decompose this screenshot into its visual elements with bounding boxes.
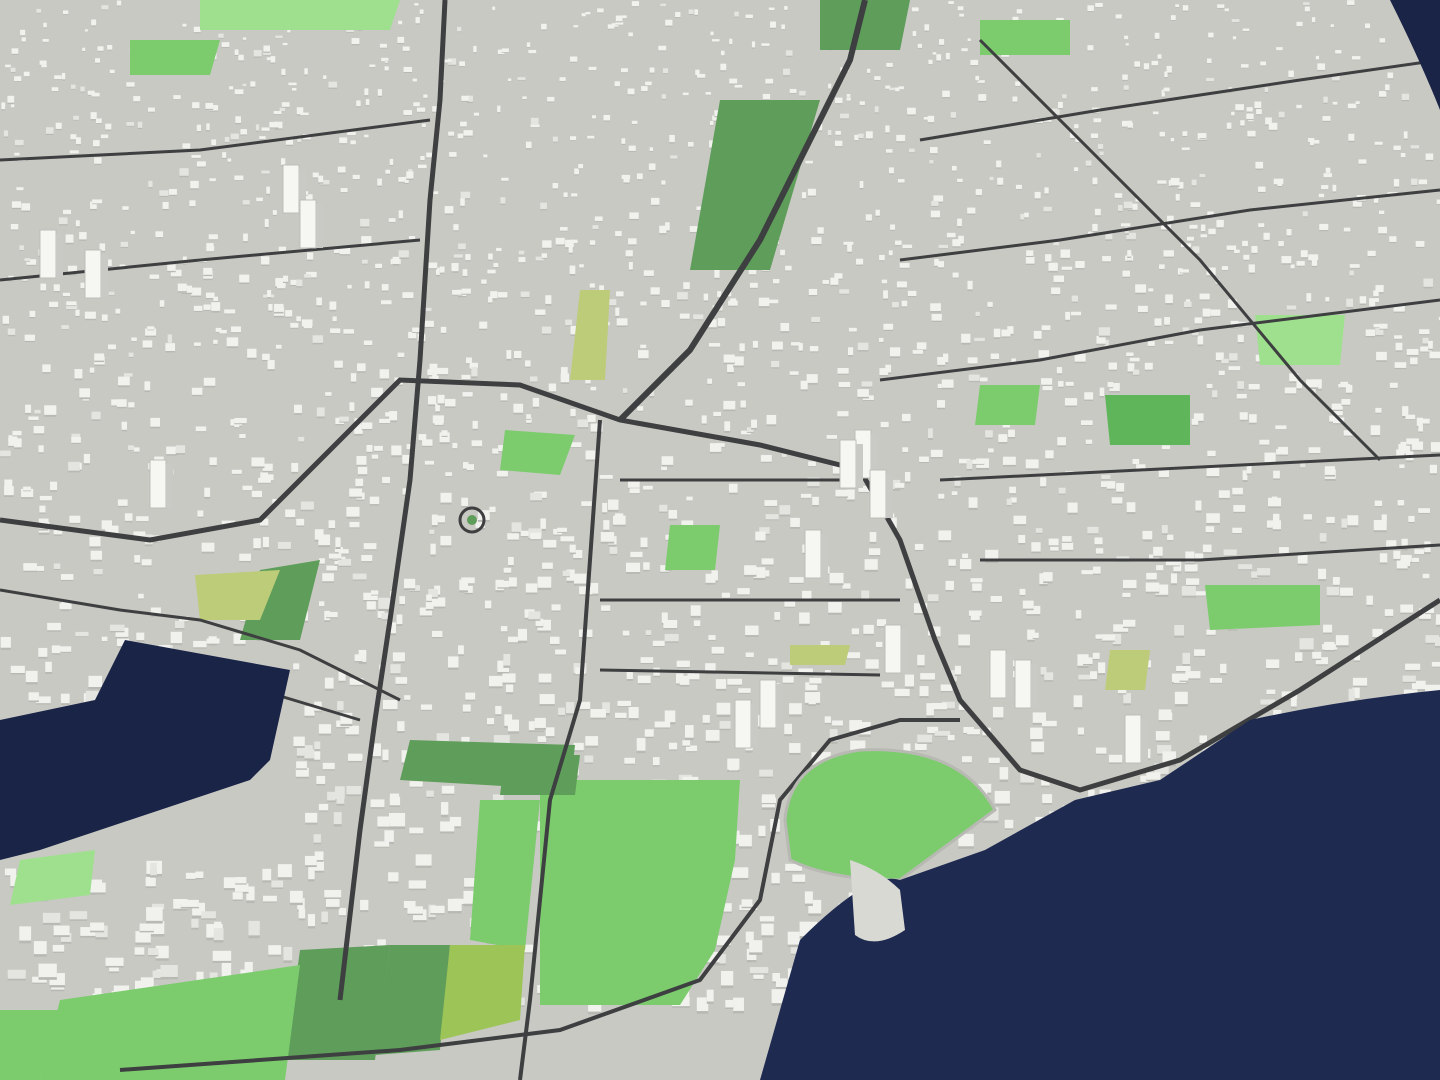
tower	[149, 459, 167, 509]
sports-ground	[1105, 395, 1190, 445]
park-near-pier	[1105, 650, 1150, 690]
park-north	[980, 20, 1070, 55]
tower	[299, 199, 317, 249]
tower	[84, 249, 102, 299]
tower	[884, 624, 902, 674]
park-mid-south	[665, 525, 720, 570]
tower	[869, 469, 887, 519]
tower	[759, 679, 777, 729]
park-mid-east	[975, 385, 1040, 425]
green-block-north-harbor-2	[500, 755, 580, 795]
park-top-left	[200, 0, 400, 30]
park-nw	[130, 40, 220, 75]
green-block-south-1	[285, 945, 390, 1060]
tower	[1014, 659, 1032, 709]
tower	[839, 439, 857, 489]
tower	[282, 164, 300, 214]
tower	[804, 529, 822, 579]
tower	[39, 229, 57, 279]
tower	[1124, 714, 1142, 764]
tower	[989, 649, 1007, 699]
park-east-2	[1205, 585, 1320, 630]
tower	[734, 699, 752, 749]
park-mid-south-2	[790, 645, 850, 665]
city-map-render	[0, 0, 1440, 1080]
